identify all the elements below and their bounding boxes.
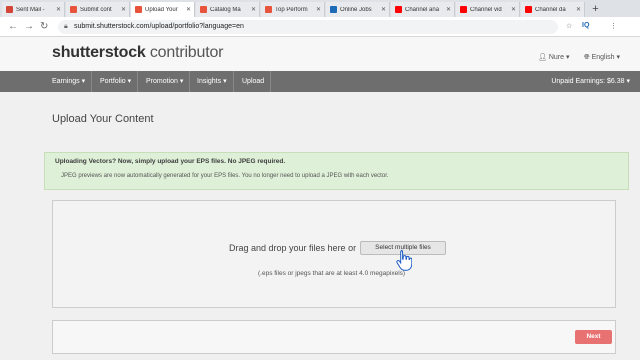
tab-label: Channel da: [535, 6, 566, 13]
nav-item-upload[interactable]: Upload: [236, 71, 272, 92]
user-name: Nure: [548, 54, 565, 61]
nav-item-promotion[interactable]: Promotion ▾: [140, 71, 191, 92]
shutterstock-favicon-icon: [200, 6, 207, 13]
nav-label: Upload: [242, 78, 265, 85]
notice-body: JPEG previews are now automatically gene…: [61, 173, 389, 179]
forward-button[interactable]: →: [24, 21, 34, 32]
user-icon: 👤︎: [538, 54, 547, 61]
browser-tab-active[interactable]: Upload Your ✕: [131, 2, 195, 17]
file-requirements-hint: (.eps files or jpegs that are at least 4…: [258, 270, 406, 277]
language-menu[interactable]: 🌐︎ English ▾: [584, 53, 620, 62]
browser-tab[interactable]: Online Jobs ✕: [326, 2, 390, 17]
close-icon[interactable]: ✕: [511, 6, 516, 13]
close-icon[interactable]: ✕: [56, 6, 61, 13]
close-icon[interactable]: ✕: [251, 6, 256, 13]
onlinejobs-favicon-icon: [330, 6, 337, 13]
vector-notice: Uploading Vectors? Now, simply upload yo…: [44, 152, 629, 190]
browser-tab[interactable]: Top Perform ✕: [261, 2, 325, 17]
close-icon[interactable]: ✕: [121, 6, 126, 13]
nav-label: Portfolio: [100, 78, 126, 85]
main-nav: Earnings ▾ Portfolio ▾ Promotion ▾ Insig…: [0, 71, 640, 92]
close-icon[interactable]: ✕: [576, 6, 581, 13]
shutterstock-favicon-icon: [135, 6, 142, 13]
url-field[interactable]: 🔒︎ submit.shutterstock.com/upload/portfo…: [58, 20, 558, 34]
nav-label: Promotion: [146, 78, 178, 85]
globe-icon: 🌐︎: [584, 54, 590, 61]
tab-label: Catalog Ma: [210, 6, 241, 13]
tab-label: Top Perform: [275, 6, 308, 13]
nav-item-earnings[interactable]: Earnings ▾: [46, 71, 93, 92]
youtube-icon: [395, 6, 402, 13]
tab-label: Channel vid: [470, 6, 502, 13]
chevron-down-icon: ▾: [223, 78, 227, 85]
unpaid-earnings[interactable]: Unpaid Earnings: $6.38 ▾: [551, 71, 630, 92]
logo-brand: shutterstock: [52, 44, 146, 61]
extension-iq-icon[interactable]: IQ: [582, 22, 589, 29]
nav-label: Insights: [197, 78, 222, 85]
youtube-icon: [460, 6, 467, 13]
logo-suffix: contributor: [149, 44, 224, 61]
gmail-icon: [6, 6, 13, 13]
browser-tab[interactable]: Submit cont ✕: [66, 2, 130, 17]
shutterstock-favicon-icon: [70, 6, 77, 13]
notice-heading: Uploading Vectors? Now, simply upload yo…: [55, 158, 286, 165]
back-button[interactable]: ←: [8, 21, 18, 32]
browser-tab-strip: Sent Mail - ✕ Submit cont ✕ Upload Your …: [0, 0, 640, 17]
chevron-down-icon: ▾: [81, 78, 86, 85]
chevron-down-icon: ▾: [626, 78, 630, 85]
close-icon[interactable]: ✕: [381, 6, 386, 13]
chevron-down-icon: ▾: [565, 54, 570, 61]
user-menu[interactable]: 👤︎ Nure ▾: [538, 53, 570, 61]
shutterstock-logo[interactable]: shutterstock contributor: [52, 44, 223, 62]
shutterstock-favicon-icon: [265, 6, 272, 13]
upload-dropzone[interactable]: Drag and drop your files here or Select …: [52, 200, 616, 308]
nav-item-portfolio[interactable]: Portfolio ▾: [94, 71, 139, 92]
browser-tab[interactable]: Sent Mail - ✕: [2, 2, 65, 17]
chevron-down-icon: ▾: [179, 78, 184, 85]
address-bar: ← → ↻ 🔒︎ submit.shutterstock.com/upload/…: [0, 17, 640, 37]
unpaid-label: Unpaid Earnings: $6.38: [551, 78, 625, 85]
next-button[interactable]: Next: [575, 330, 612, 344]
language-label: English: [591, 54, 615, 61]
tab-label: Submit cont: [80, 6, 112, 13]
chevron-down-icon: ▾: [616, 54, 620, 61]
close-icon[interactable]: ✕: [186, 6, 191, 13]
lock-icon: 🔒︎: [64, 23, 68, 30]
nav-label: Earnings: [52, 78, 80, 85]
url-text: submit.shutterstock.com/upload/portfolio…: [74, 23, 244, 30]
upload-footer: Next: [52, 320, 616, 354]
close-icon[interactable]: ✕: [446, 6, 451, 13]
youtube-icon: [525, 6, 532, 13]
drop-instructions: Drag and drop your files here or: [229, 243, 357, 253]
tab-label: Online Jobs: [340, 6, 372, 13]
bookmark-star-icon[interactable]: ☆: [566, 22, 572, 30]
new-tab-button[interactable]: +: [589, 3, 602, 16]
tab-label: Sent Mail -: [16, 6, 45, 13]
hand-cursor-icon: [396, 249, 412, 271]
close-icon[interactable]: ✕: [316, 6, 321, 13]
page-title: Upload Your Content: [52, 113, 154, 125]
chevron-down-icon: ▾: [127, 78, 132, 85]
browser-tab[interactable]: Channel ana ✕: [391, 2, 455, 17]
tab-label: Upload Your: [145, 6, 178, 13]
tab-label: Channel ana: [405, 6, 440, 13]
browser-menu-icon[interactable]: ⋮: [610, 22, 617, 30]
nav-item-insights[interactable]: Insights ▾: [191, 71, 234, 92]
reload-button[interactable]: ↻: [40, 21, 48, 32]
browser-tab[interactable]: Channel da ✕: [521, 2, 585, 17]
browser-tab[interactable]: Channel vid ✕: [456, 2, 520, 17]
browser-tab[interactable]: Catalog Ma ✕: [196, 2, 260, 17]
